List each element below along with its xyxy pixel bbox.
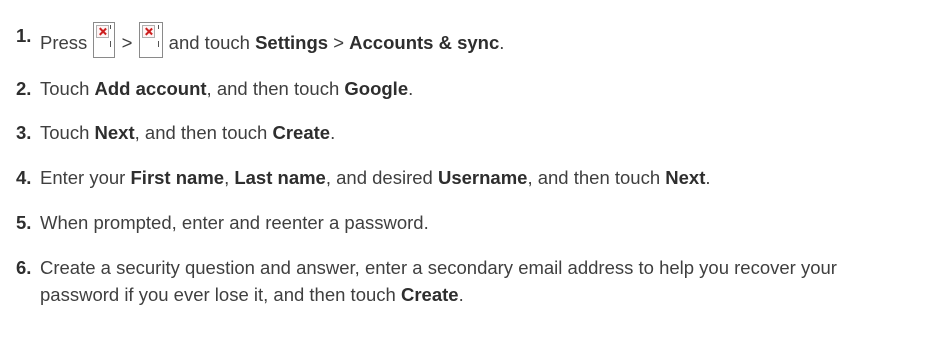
step-number: 2.	[16, 78, 32, 99]
step-text: Create a security question and answer, e…	[40, 254, 917, 308]
step-number: 4.	[16, 167, 32, 188]
step-text-segment: and touch	[163, 32, 256, 53]
step-text-segment: , and then touch	[206, 78, 345, 99]
step-4: 4. Enter your First name, Last name, and…	[16, 164, 917, 191]
step-text-segment: >	[116, 32, 138, 53]
step-text-segment: .	[330, 122, 336, 143]
step-1: 1. Press > and touch Settings > Accounts…	[16, 22, 917, 58]
step-5: 5. When prompted, enter and reenter a pa…	[16, 209, 917, 236]
step-text-segment: .	[458, 284, 464, 305]
field-name-first-name: First name	[130, 167, 225, 188]
step-number: 6.	[16, 257, 32, 278]
step-text-segment: , and then touch	[134, 122, 273, 143]
step-text: Touch Add account, and then touch Google…	[40, 75, 917, 102]
step-text: Touch Next, and then touch Create.	[40, 119, 917, 146]
step-2: 2. Touch Add account, and then touch Goo…	[16, 75, 917, 102]
broken-image-icon	[138, 22, 163, 58]
instruction-steps: 1. Press > and touch Settings > Accounts…	[0, 0, 927, 339]
button-name-create: Create	[400, 284, 459, 305]
step-text: Enter your First name, Last name, and de…	[40, 164, 917, 191]
step-3: 3. Touch Next, and then touch Create.	[16, 119, 917, 146]
step-number: 3.	[16, 122, 32, 143]
step-text: Press > and touch Settings > Accounts & …	[40, 22, 917, 58]
step-text-segment: ,	[224, 167, 235, 188]
menu-path-settings: Settings	[255, 32, 329, 53]
button-name-next: Next	[94, 122, 135, 143]
step-6: 6. Create a security question and answer…	[16, 254, 917, 308]
menu-path-accounts-sync: Accounts & sync	[349, 32, 500, 53]
step-text-segment: Press	[40, 32, 93, 53]
step-text-segment: , and desired	[325, 167, 438, 188]
step-text-segment: >	[328, 32, 350, 53]
step-text-segment: Touch	[40, 122, 95, 143]
field-name-username: Username	[437, 167, 528, 188]
step-text-segment: When prompted, enter and reenter a passw…	[40, 212, 429, 233]
step-text-segment: Touch	[40, 78, 95, 99]
button-name-create: Create	[272, 122, 331, 143]
broken-image-icon	[93, 22, 116, 58]
step-number: 1.	[16, 25, 32, 46]
step-text-segment: .	[408, 78, 414, 99]
step-text: When prompted, enter and reenter a passw…	[40, 209, 917, 236]
step-text-segment: , and then touch	[527, 167, 666, 188]
step-text-segment: .	[705, 167, 711, 188]
step-number: 5.	[16, 212, 32, 233]
field-name-last-name: Last name	[234, 167, 326, 188]
step-text-segment: .	[499, 32, 505, 53]
step-text-segment: Enter your	[40, 167, 131, 188]
button-name-next: Next	[665, 167, 706, 188]
button-name-add-account: Add account	[94, 78, 207, 99]
option-name-google: Google	[344, 78, 409, 99]
